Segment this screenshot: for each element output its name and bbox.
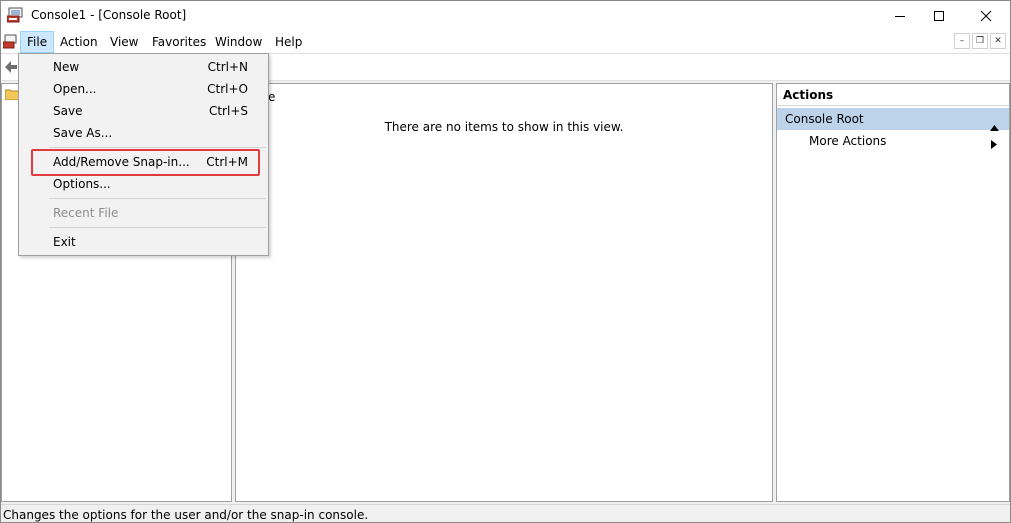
menu-item-options[interactable]: Options... <box>19 173 268 195</box>
highlight-annotation-box <box>31 149 260 176</box>
maximize-button[interactable] <box>916 1 962 31</box>
menu-separator <box>49 227 266 228</box>
mmc-app-icon[interactable] <box>6 7 25 23</box>
caret-up-icon <box>990 116 999 138</box>
console-menu-icon[interactable] <box>2 34 19 50</box>
actions-section-label: Console Root <box>785 112 864 126</box>
menu-separator <box>49 147 266 148</box>
close-icon <box>980 10 992 22</box>
menu-action[interactable]: Action <box>54 31 104 53</box>
more-actions-item[interactable]: More Actions <box>809 134 886 148</box>
menu-item-new[interactable]: New Ctrl+N <box>19 56 268 78</box>
menu-item-exit[interactable]: Exit <box>19 231 268 253</box>
mdi-minimize-button[interactable]: – <box>954 33 970 49</box>
window-title: Console1 - [Console Root] <box>31 8 187 22</box>
results-pane[interactable]: e There are no items to show in this vie… <box>235 83 773 502</box>
column-header-name[interactable]: e <box>268 90 275 104</box>
minimize-icon <box>895 16 905 17</box>
menu-view[interactable]: View <box>104 31 144 53</box>
actions-pane: Actions Console Root More Actions <box>776 83 1010 502</box>
actions-header: Actions <box>777 84 1009 106</box>
status-bar: Changes the options for the user and/or … <box>1 504 1010 522</box>
mmc-window: Console1 - [Console Root] File Action Vi… <box>0 0 1011 523</box>
caret-right-icon[interactable] <box>991 138 997 152</box>
mdi-controls: – ❐ ✕ <box>954 33 1006 49</box>
maximize-icon <box>934 11 944 21</box>
menu-file[interactable]: File <box>20 31 55 53</box>
menu-separator <box>49 198 266 199</box>
mdi-close-button[interactable]: ✕ <box>990 33 1006 49</box>
mdi-restore-button[interactable]: ❐ <box>972 33 988 49</box>
menu-window[interactable]: Window <box>209 31 268 53</box>
folder-icon[interactable] <box>4 88 20 101</box>
file-menu-dropdown: New Ctrl+N Open... Ctrl+O Save Ctrl+S Sa… <box>18 53 269 256</box>
menu-item-save-as[interactable]: Save As... <box>19 122 268 144</box>
title-bar: Console1 - [Console Root] <box>1 1 1010 31</box>
menu-item-open[interactable]: Open... Ctrl+O <box>19 78 268 100</box>
back-arrow-icon[interactable] <box>4 60 18 77</box>
menu-item-save[interactable]: Save Ctrl+S <box>19 100 268 122</box>
menu-favorites[interactable]: Favorites <box>146 31 212 53</box>
actions-section-console-root[interactable]: Console Root <box>777 108 1009 131</box>
close-button[interactable] <box>963 1 1009 31</box>
menu-bar: File Action View Favorites Window Help –… <box>1 31 1010 53</box>
menu-item-recent-file: Recent File <box>53 206 119 220</box>
menu-help[interactable]: Help <box>269 31 308 53</box>
empty-view-message: There are no items to show in this view. <box>384 120 624 134</box>
